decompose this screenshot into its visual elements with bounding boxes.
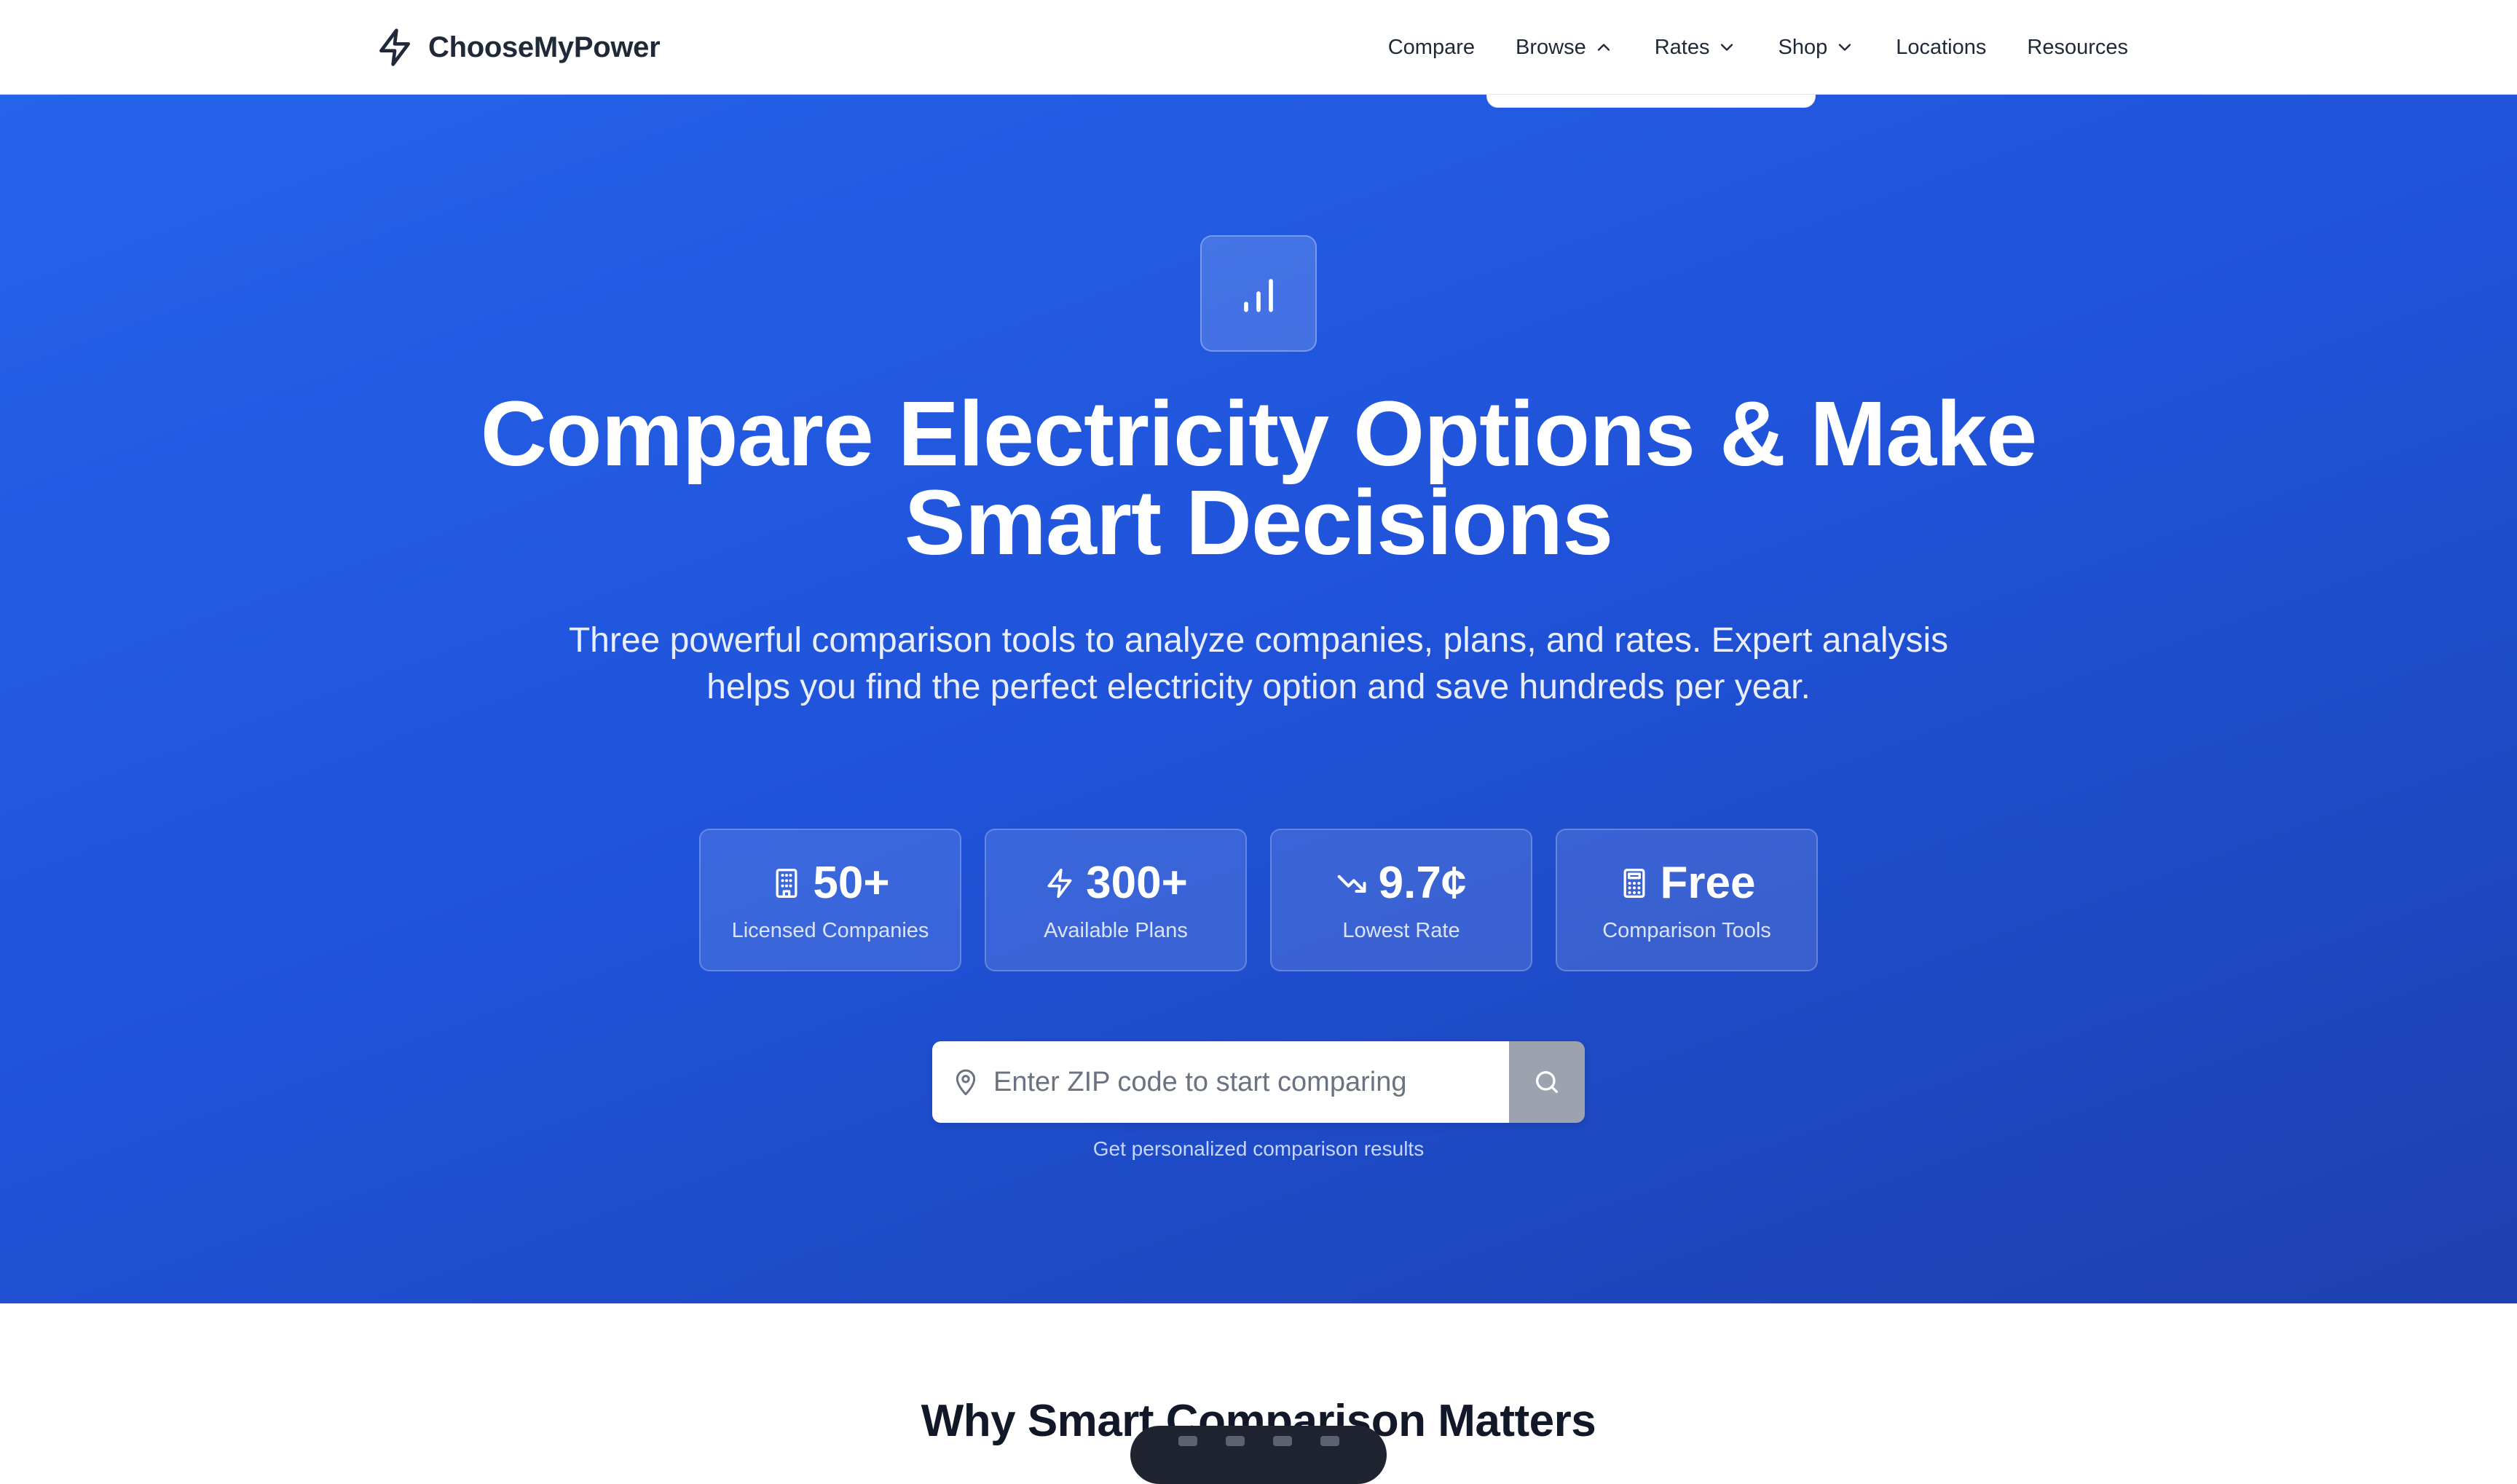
nav-browse-label: Browse — [1516, 35, 1586, 59]
zip-search-form — [932, 1041, 1585, 1123]
main-nav: Compare Browse Rates Shop Locations Reso… — [1388, 23, 2128, 71]
brand-logo-link[interactable]: ChooseMyPower — [374, 23, 661, 71]
zip-search-field — [932, 1041, 1509, 1123]
stats-row: 50+ Licensed Companies 300+ Available Pl… — [699, 829, 1818, 971]
toolbar-button[interactable] — [1320, 1436, 1339, 1446]
stat-label: Comparison Tools — [1602, 918, 1771, 942]
nav-locations-label: Locations — [1896, 35, 1987, 59]
nav-compare-label: Compare — [1387, 35, 1476, 59]
floating-toolbar[interactable] — [1130, 1426, 1387, 1484]
site-header: ChooseMyPower Compare Browse Rates Shop … — [0, 0, 2517, 95]
lightning-icon — [1044, 867, 1076, 899]
nav-browse[interactable]: Browse — [1516, 36, 1614, 60]
nav-rates-label: Rates — [1654, 35, 1710, 59]
stat-label: Available Plans — [1044, 918, 1188, 942]
nav-resources[interactable]: Resources — [2027, 36, 2128, 60]
brand-name: ChooseMyPower — [428, 31, 661, 63]
chevron-down-icon — [1717, 37, 1737, 58]
stat-card: 300+ Available Plans — [985, 829, 1247, 971]
hero-badge — [1200, 235, 1317, 352]
stat-card: 9.7¢ Lowest Rate — [1270, 829, 1532, 971]
nav-shop[interactable]: Shop — [1778, 36, 1855, 60]
calculator-icon — [1618, 867, 1650, 899]
map-pin-icon — [951, 1067, 980, 1097]
nav-locations[interactable]: Locations — [1896, 36, 1986, 60]
toolbar-button[interactable] — [1272, 1436, 1292, 1446]
hero-section: Compare Electricity Options & Make Smart… — [0, 95, 2517, 1303]
bar-chart-icon — [1234, 269, 1283, 318]
stat-value: 300+ — [1086, 857, 1188, 908]
toolbar-button[interactable] — [1225, 1436, 1245, 1446]
trending-down-icon — [1336, 867, 1368, 899]
stat-value: 50+ — [813, 857, 890, 908]
nav-compare[interactable]: Compare — [1388, 36, 1475, 60]
search-button[interactable] — [1509, 1041, 1585, 1123]
toolbar-button[interactable] — [1178, 1436, 1197, 1446]
stat-label: Licensed Companies — [731, 918, 929, 942]
hero-subtitle: Three powerful comparison tools to analy… — [568, 621, 1949, 706]
stat-card: Free Comparison Tools — [1556, 829, 1818, 971]
stat-value: Free — [1660, 857, 1756, 908]
zip-code-input[interactable] — [993, 1066, 1460, 1098]
nav-shop-label: Shop — [1778, 35, 1828, 59]
lightning-icon — [374, 27, 415, 68]
chevron-down-icon — [1835, 37, 1855, 58]
nav-resources-label: Resources — [2027, 35, 2128, 59]
hero-title: Compare Electricity Options & Make Smart… — [0, 388, 2517, 569]
stat-value: 9.7¢ — [1378, 857, 1467, 908]
stat-card: 50+ Licensed Companies — [699, 829, 961, 971]
search-helper-text: Get personalized comparison results — [1092, 1137, 1425, 1160]
building-icon — [771, 867, 803, 899]
hero-title-line-1: Compare Electricity Options & Make — [480, 382, 2038, 485]
chevron-up-icon — [1594, 37, 1614, 58]
hero-title-line-2: Smart Decisions — [904, 471, 1613, 574]
search-icon — [1532, 1067, 1561, 1097]
nav-rates[interactable]: Rates — [1655, 36, 1738, 60]
stat-label: Lowest Rate — [1342, 918, 1460, 942]
